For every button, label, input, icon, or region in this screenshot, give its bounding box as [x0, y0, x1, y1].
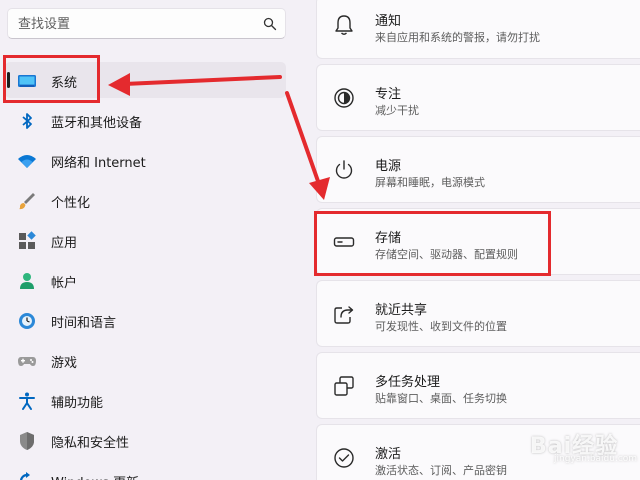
nav-label-privacy: 隐私和安全性 [51, 436, 130, 451]
card-title-multitasking: 多任务处理 [375, 375, 441, 390]
settings-card-multitasking[interactable]: 多任务处理 贴靠窗口、桌面、任务切换 [316, 352, 640, 419]
apps-icon [19, 231, 36, 249]
nav-label-accessibility: 辅助功能 [51, 396, 104, 411]
activation-check-icon [334, 448, 354, 468]
bell-icon [335, 15, 353, 35]
nav-item-system[interactable]: 系统 [5, 62, 286, 98]
account-icon [20, 273, 34, 289]
nav-item-network[interactable]: 网络和 Internet [5, 142, 286, 178]
accessibility-icon [19, 392, 35, 410]
card-title-focus: 专注 [375, 87, 402, 102]
nav-item-accounts[interactable]: 帐户 [5, 262, 286, 298]
card-desc-multitasking: 贴靠窗口、桌面、任务切换 [375, 392, 507, 405]
nav-item-gaming[interactable]: 游戏 [5, 342, 286, 378]
system-display-icon [18, 75, 36, 87]
nav-item-time-language[interactable]: 时间和语言 [5, 302, 286, 338]
nav-label-network: 网络和 Internet [51, 156, 146, 171]
share-icon [334, 306, 354, 324]
bluetooth-icon [22, 113, 32, 129]
card-desc-activation: 激活状态、订阅、产品密钥 [375, 464, 507, 477]
nav-item-apps[interactable]: 应用 [5, 222, 286, 258]
nav-label-apps: 应用 [51, 236, 78, 251]
nav-label-system: 系统 [51, 76, 78, 91]
nav-item-windows-update[interactable]: Windows 更新 [5, 462, 286, 480]
nav-label-bluetooth: 蓝牙和其他设备 [51, 116, 143, 131]
storage-drive-icon [333, 237, 355, 247]
selection-indicator [7, 72, 10, 88]
card-desc-power: 屏幕和睡眠，电源模式 [375, 176, 485, 189]
search-box[interactable] [7, 8, 286, 39]
nav-item-accessibility[interactable]: 辅助功能 [5, 382, 286, 418]
brush-icon [19, 193, 35, 210]
card-desc-focus: 减少干扰 [375, 104, 419, 117]
nav-label-personalization: 个性化 [51, 196, 91, 211]
card-desc-notifications: 来自应用和系统的警报，请勿打扰 [375, 31, 540, 44]
settings-card-notifications[interactable]: 通知 来自应用和系统的警报，请勿打扰 [316, 0, 640, 59]
search-input[interactable] [18, 14, 248, 34]
nav-label-accounts: 帐户 [51, 276, 78, 291]
nav-item-personalization[interactable]: 个性化 [5, 182, 286, 218]
settings-card-nearby-sharing[interactable]: 就近共享 可发现性、收到文件的位置 [316, 280, 640, 347]
power-icon [335, 160, 353, 179]
card-title-power: 电源 [375, 159, 402, 174]
nav-item-privacy[interactable]: 隐私和安全性 [5, 422, 286, 458]
nav-label-gaming: 游戏 [51, 356, 78, 371]
settings-card-focus[interactable]: 专注 减少干扰 [316, 64, 640, 131]
shield-icon [20, 432, 34, 450]
multitasking-icon [334, 376, 354, 396]
gamepad-icon [18, 357, 36, 366]
windows-update-icon [20, 472, 30, 480]
search-icon[interactable] [263, 17, 277, 31]
nav-label-time-language: 时间和语言 [51, 316, 117, 331]
wifi-icon [18, 155, 36, 168]
card-desc-nearby-sharing: 可发现性、收到文件的位置 [375, 320, 507, 333]
nav-item-bluetooth[interactable]: 蓝牙和其他设备 [5, 102, 286, 138]
card-desc-storage: 存储空间、驱动器、配置规则 [375, 248, 518, 261]
settings-card-power[interactable]: 电源 屏幕和睡眠，电源模式 [316, 136, 640, 203]
focus-icon [334, 88, 354, 108]
settings-card-activation[interactable]: 激活 激活状态、订阅、产品密钥 [316, 424, 640, 480]
card-title-activation: 激活 [375, 447, 402, 462]
nav-label-windows-update: Windows 更新 [51, 472, 139, 480]
settings-card-storage[interactable]: 存储 存储空间、驱动器、配置规则 [316, 208, 640, 275]
globe-clock-icon [19, 313, 35, 329]
card-title-storage: 存储 [375, 231, 402, 246]
card-title-nearby-sharing: 就近共享 [375, 303, 428, 318]
card-title-notifications: 通知 [375, 14, 402, 29]
